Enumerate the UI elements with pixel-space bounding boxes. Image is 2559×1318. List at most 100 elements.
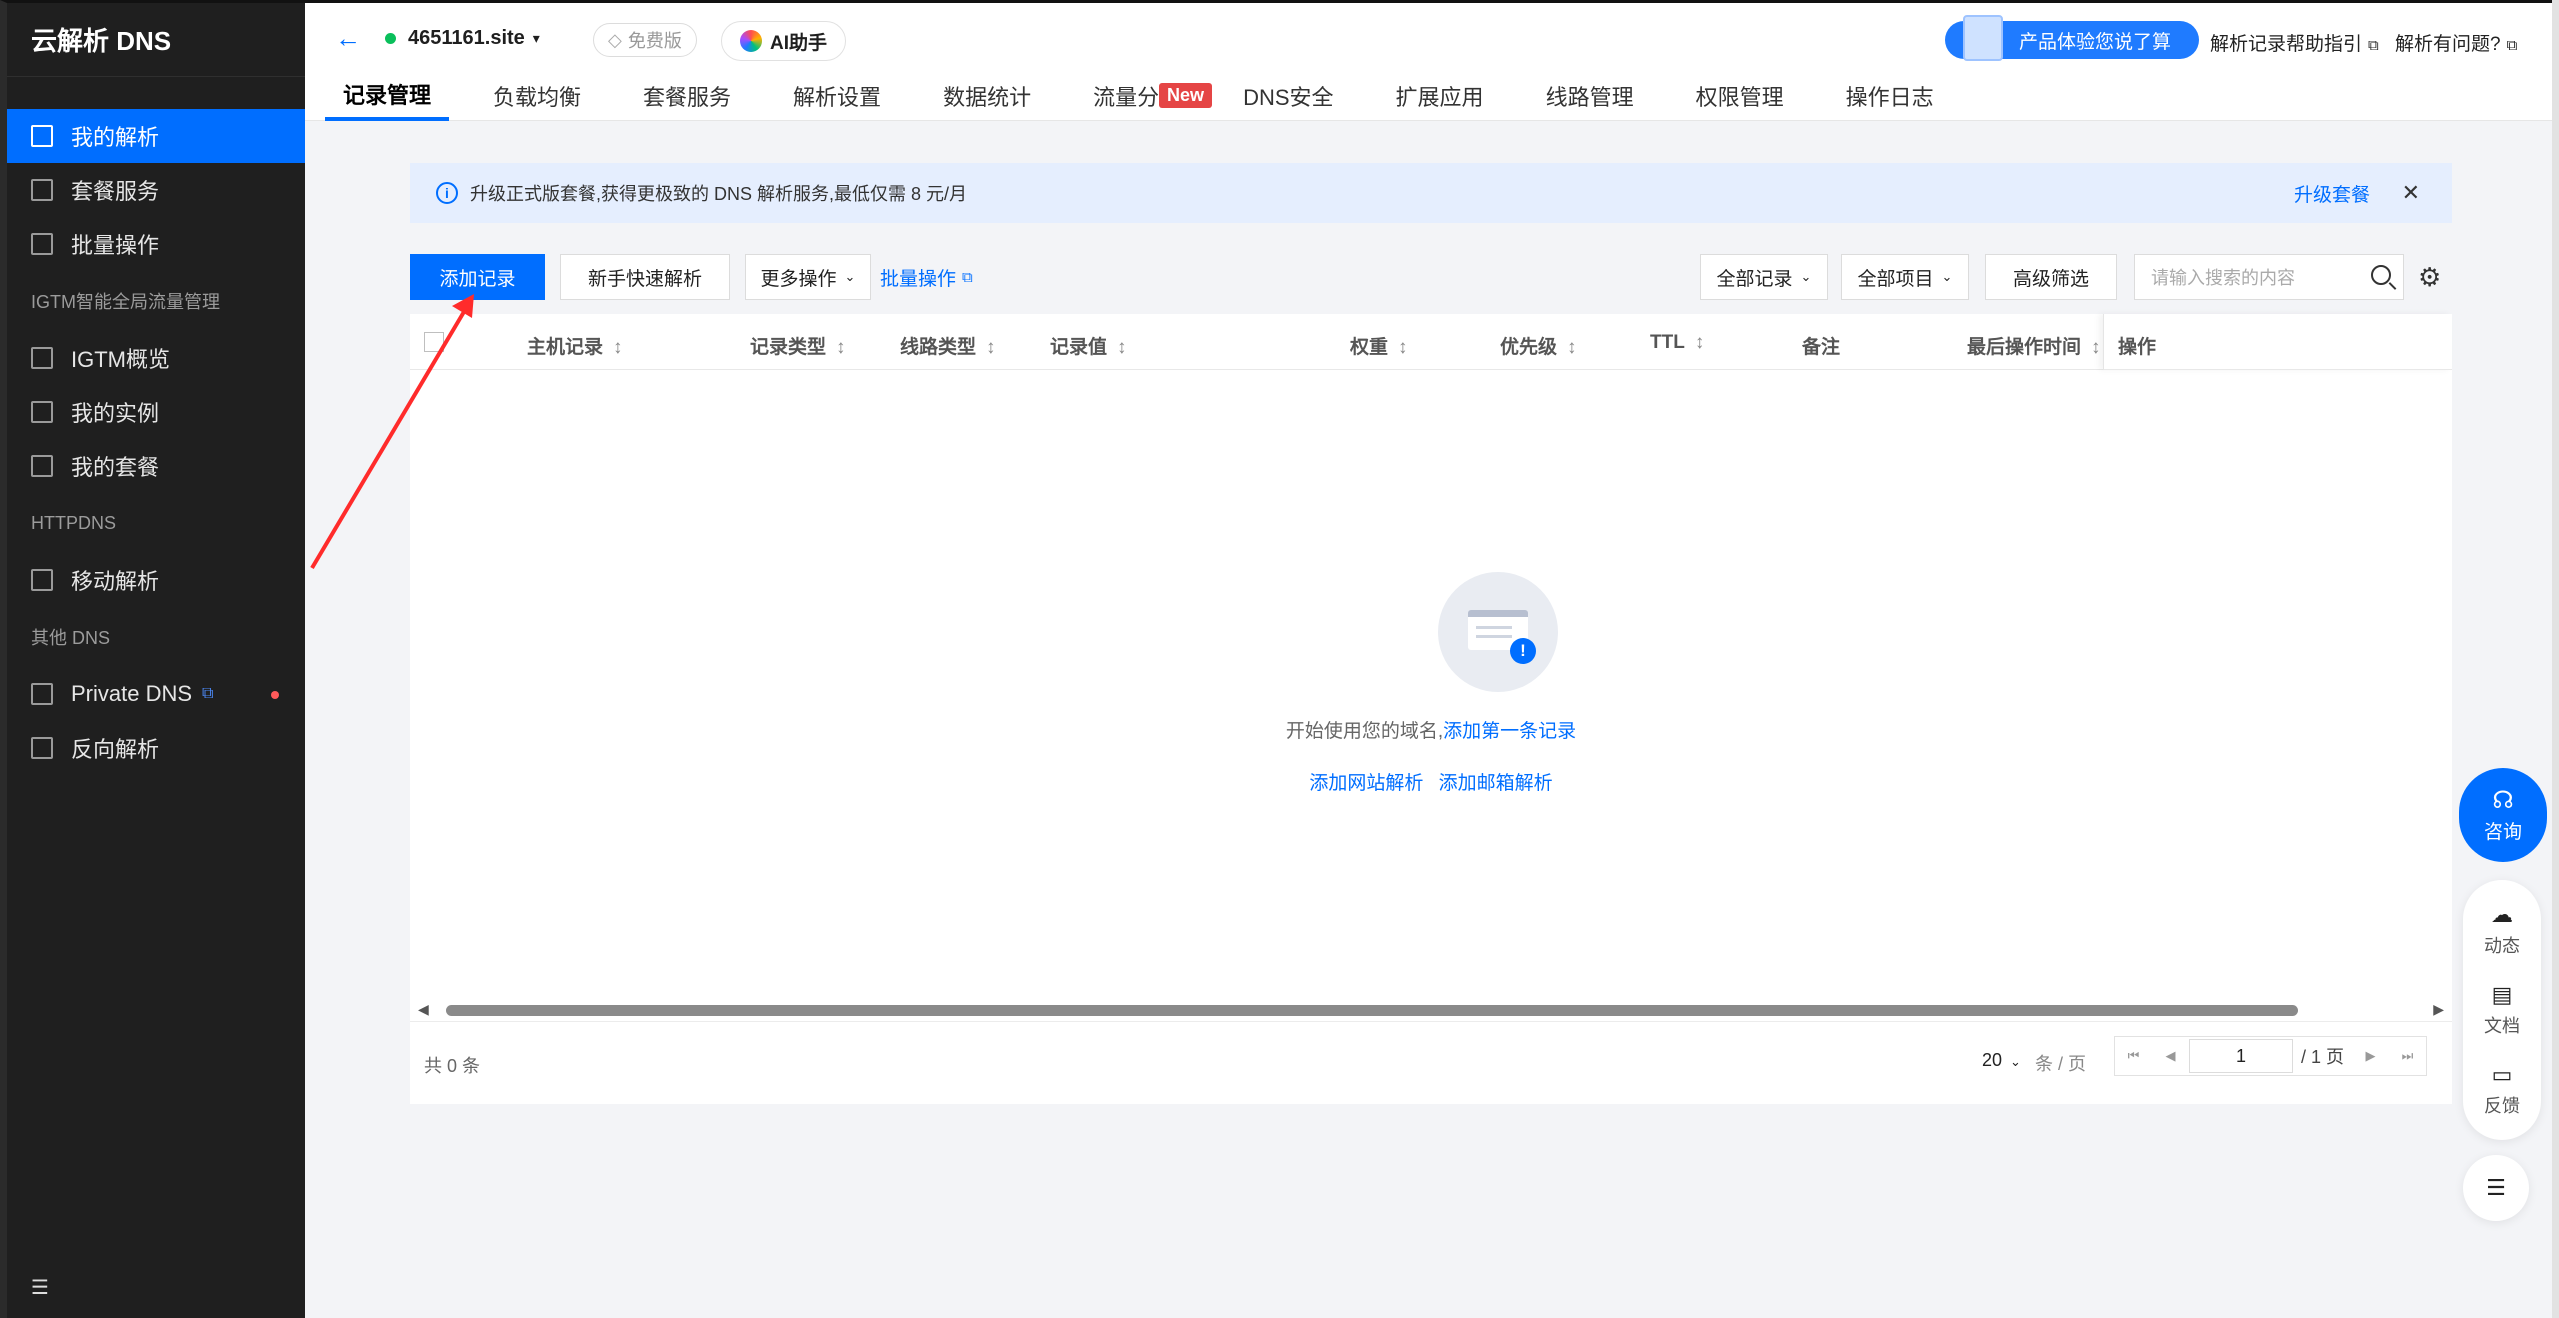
- external-link-icon: ⧉: [962, 268, 973, 286]
- collapse-sidebar-icon[interactable]: ☰: [31, 1275, 49, 1300]
- select-all-checkbox[interactable]: [424, 332, 444, 352]
- sidebar-item-my-instances[interactable]: 我的实例: [7, 385, 305, 439]
- sort-icon: ↕: [1694, 332, 1705, 353]
- more-ops-dropdown[interactable]: 更多操作 ⌄: [745, 254, 871, 300]
- column-header[interactable]: 线路类型 ↕: [900, 332, 996, 359]
- product-feedback-label: 产品体验您说了算: [2018, 31, 2171, 53]
- record-filter-select[interactable]: 全部记录 ⌄: [1700, 254, 1828, 300]
- menu-icon[interactable]: ☰: [2463, 1155, 2529, 1221]
- add-website-resolution-link[interactable]: 添加网站解析: [1309, 773, 1423, 794]
- batch-ops-label: 批量操作: [880, 268, 957, 290]
- tab-data-statistics[interactable]: 数据统计: [925, 71, 1049, 121]
- sidebar-item-mobile-resolution[interactable]: 移动解析: [7, 553, 305, 607]
- sidebar-item-label: 我的实例: [71, 401, 160, 426]
- sidebar-item-my-plans[interactable]: 我的套餐: [7, 439, 305, 493]
- search-icon[interactable]: [2371, 265, 2391, 285]
- add-record-button[interactable]: 添加记录: [410, 254, 545, 300]
- sidebar-item-label: IGTM概览: [71, 347, 170, 372]
- cloud-bell-icon: ☁: [2491, 902, 2513, 927]
- tab-operation-log[interactable]: 操作日志: [1828, 71, 1952, 121]
- product-feedback-button[interactable]: 产品体验您说了算: [1945, 15, 2199, 61]
- floating-tools: ☁ 动态 ▤ 文档 ▭ 反馈: [2463, 880, 2541, 1140]
- column-header[interactable]: 最后操作时间 ↕: [1967, 332, 2101, 359]
- sort-icon: ↕: [1567, 337, 1577, 358]
- ai-assistant-button[interactable]: AI助手: [721, 21, 847, 61]
- column-label: 最后操作时间: [1967, 337, 2082, 358]
- page-total: / 1 页: [2301, 1047, 2345, 1067]
- sort-icon: ↕: [1398, 337, 1408, 358]
- empty-state-text: 开始使用您的域名,添加第一条记录: [410, 716, 2452, 743]
- domain-name: 4651161.site: [408, 27, 525, 49]
- docs-button[interactable]: ▤ 文档: [2463, 982, 2541, 1038]
- sidebar-item-batch-ops[interactable]: 批量操作: [7, 217, 305, 271]
- column-header[interactable]: 记录类型 ↕: [750, 332, 846, 359]
- dynamic-button[interactable]: ☁ 动态: [2463, 902, 2541, 958]
- tab-record-management[interactable]: 记录管理: [325, 71, 450, 121]
- alert-icon: !: [1510, 638, 1536, 664]
- page-number-input[interactable]: 1: [2189, 1039, 2293, 1073]
- sort-icon: ↕: [986, 337, 996, 358]
- column-header[interactable]: 记录值 ↕: [1050, 332, 1127, 359]
- quick-resolve-button[interactable]: 新手快速解析: [560, 254, 730, 300]
- first-page-icon[interactable]: ⏮: [2115, 1037, 2152, 1075]
- sidebar-item-label: 移动解析: [71, 569, 160, 594]
- tab-resolution-settings[interactable]: 解析设置: [775, 71, 899, 121]
- tab-dns-security[interactable]: DNS安全: [1225, 71, 1351, 121]
- external-link-icon: ⧉: [202, 685, 214, 702]
- sidebar: 云解析 DNS 我的解析 套餐服务 批量操作 IGTM智能全局流量管理 IGTM…: [7, 3, 305, 1318]
- sidebar-item-private-dns[interactable]: Private DNS ⧉: [7, 667, 305, 721]
- sidebar-item-label: 我的解析: [71, 125, 160, 150]
- new-badge: New: [1159, 83, 1213, 108]
- page-size-select[interactable]: 20 ⌄: [1982, 1050, 2021, 1071]
- tab-load-balancing[interactable]: 负载均衡: [475, 71, 599, 121]
- column-header[interactable]: 主机记录 ↕: [527, 332, 623, 359]
- feedback-button[interactable]: ▭ 反馈: [2463, 1062, 2541, 1118]
- gear-icon[interactable]: ⚙: [2418, 262, 2441, 293]
- domain-selector[interactable]: 4651161.site ▾: [385, 27, 540, 50]
- column-header[interactable]: 权重 ↕: [1350, 332, 1408, 359]
- sidebar-item-plan-service[interactable]: 套餐服务: [7, 163, 305, 217]
- gem-icon: [31, 683, 53, 705]
- batch-ops-link[interactable]: 批量操作 ⧉: [880, 254, 973, 300]
- consult-button[interactable]: ☊ 咨询: [2459, 768, 2547, 862]
- last-page-icon[interactable]: ⏭: [2389, 1037, 2426, 1075]
- column-label: 优先级: [1500, 337, 1558, 358]
- advanced-filter-button[interactable]: 高级筛选: [1985, 254, 2117, 300]
- total-count: 共 0 条: [424, 1056, 481, 1076]
- pagination: ⏮ ◀ 1 / 1 页 ▶ ⏭: [2114, 1036, 2428, 1076]
- tab-extension-apps[interactable]: 扩展应用: [1378, 71, 1502, 121]
- tab-plan-service[interactable]: 套餐服务: [625, 71, 749, 121]
- column-header: 操作: [2118, 337, 2157, 358]
- project-filter-select[interactable]: 全部项目 ⌄: [1841, 254, 1969, 300]
- tab-line-management[interactable]: 线路管理: [1528, 71, 1652, 121]
- next-page-icon[interactable]: ▶: [2352, 1037, 2389, 1075]
- scroll-left-icon[interactable]: ◀: [418, 1001, 429, 1018]
- more-ops-label: 更多操作: [760, 268, 837, 290]
- add-mail-resolution-link[interactable]: 添加邮箱解析: [1439, 773, 1553, 794]
- tab-bar: 记录管理 负载均衡 套餐服务 解析设置 数据统计 流量分析 DNS安全 扩展应用…: [325, 71, 1978, 121]
- ai-icon: [740, 30, 762, 52]
- page-scrollbar[interactable]: [2552, 0, 2559, 1318]
- docs-label: 文档: [2484, 1016, 2520, 1036]
- column-header[interactable]: TTL ↕: [1650, 332, 1704, 354]
- scroll-right-icon[interactable]: ▶: [2433, 1001, 2444, 1018]
- search-input[interactable]: 请输入搜索的内容: [2134, 254, 2404, 300]
- instance-icon: [31, 401, 53, 423]
- tab-permission-management[interactable]: 权限管理: [1678, 71, 1802, 121]
- sidebar-item-my-resolution[interactable]: 我的解析: [7, 109, 305, 163]
- close-icon[interactable]: ✕: [2402, 180, 2420, 206]
- horizontal-scrollbar[interactable]: ◀ ▶: [410, 999, 2452, 1021]
- plan-badge-label: 免费版: [627, 31, 682, 51]
- prev-page-icon[interactable]: ◀: [2152, 1037, 2189, 1075]
- sidebar-item-label: Private DNS: [71, 681, 193, 706]
- scrollbar-thumb[interactable]: [446, 1005, 2298, 1016]
- sidebar-item-igtm-overview[interactable]: IGTM概览: [7, 331, 305, 385]
- column-header[interactable]: 优先级 ↕: [1500, 332, 1577, 359]
- upgrade-plan-link[interactable]: 升级套餐: [2294, 180, 2370, 207]
- back-arrow-icon[interactable]: ←: [335, 23, 361, 54]
- empty-state-message: 开始使用您的域名,: [1285, 721, 1444, 742]
- help-guide-link[interactable]: 解析记录帮助指引 ⧉: [2210, 29, 2379, 56]
- problem-link[interactable]: 解析有问题? ⧉: [2395, 29, 2517, 56]
- add-first-record-link[interactable]: 添加第一条记录: [1443, 721, 1576, 742]
- sidebar-item-reverse-resolution[interactable]: 反向解析: [7, 721, 305, 775]
